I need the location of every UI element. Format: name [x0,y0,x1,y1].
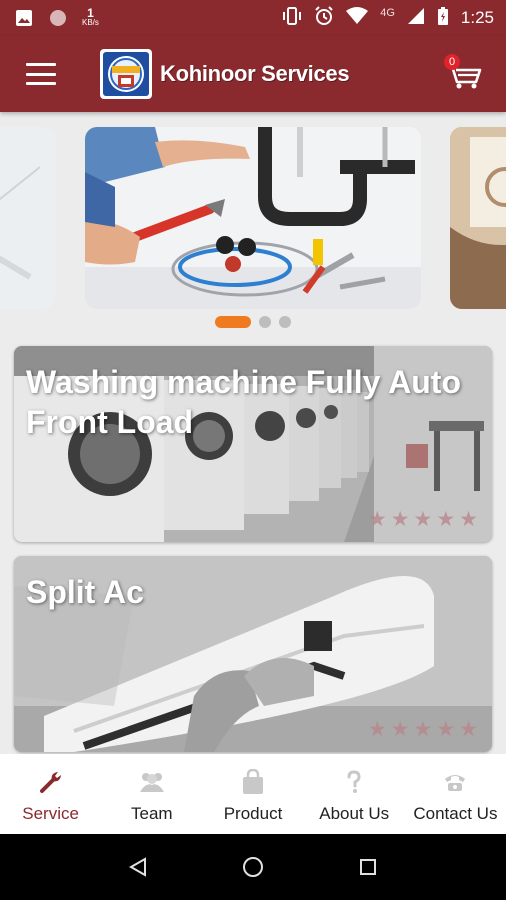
menu-button[interactable] [26,63,56,85]
network-type: 4G [380,7,395,19]
service-title: Split Ac [26,574,144,610]
star-icon: ★ [436,718,456,741]
star-icon: ★ [367,718,387,741]
network-speed-value: 1 [87,6,94,20]
carousel-indicator [0,316,506,328]
battery-icon [437,6,449,31]
star-icon: ★ [436,508,456,531]
wifi-icon [346,6,369,30]
question-icon [346,768,362,796]
circle-notification-icon [48,8,68,28]
star-icon: ★ [413,508,433,531]
vibrate-icon [282,6,302,31]
carousel-dot-1[interactable] [215,316,251,328]
promo-carousel[interactable] [0,112,506,344]
rating-stars: ★ ★ ★ ★ ★ [368,509,478,530]
star-icon: ★ [459,718,478,741]
carousel-slide-plumbing[interactable] [85,127,421,309]
recents-square-icon [360,859,377,875]
cart-button[interactable]: 0 [442,54,484,90]
bottom-tab-bar: Service Team Product About Us Contact Us [0,754,506,834]
wrench-icon [38,768,64,796]
star-icon: ★ [413,718,433,741]
tab-label: About Us [319,804,390,823]
network-speed: 1 KB/s [82,6,99,28]
star-icon: ★ [367,508,387,531]
service-title: Washing machine Fully Auto Front Load [26,364,461,440]
menu-icon-line [26,72,56,76]
phone-icon [443,768,467,796]
service-card-washing-machine[interactable]: Washing machine Fully Auto Front Load ★ … [14,346,492,542]
tab-label: Contact Us [413,804,498,823]
carousel-slide-previous[interactable] [0,127,56,309]
network-speed-unit: KB/s [82,18,99,27]
rating-stars: ★ ★ ★ ★ ★ [368,719,478,740]
plumbing-image [85,127,421,309]
menu-icon-line [26,82,56,85]
alarm-icon [314,5,334,31]
clock: 1:25 [460,8,494,27]
service-card-split-ac[interactable]: Split Ac ★ ★ ★ ★ ★ [14,556,492,752]
cart-count-badge: 0 [444,54,460,70]
laundry-image [450,127,506,309]
tab-about-us[interactable]: About Us [304,754,405,834]
star-icon: ★ [390,718,410,741]
app-logo [100,49,152,99]
recents-button[interactable] [348,847,388,887]
tab-team[interactable]: Team [101,754,202,834]
app-title: Kohinoor Services [160,61,350,86]
star-icon: ★ [459,508,478,531]
tab-label: Team [131,804,173,823]
system-navigation-bar [0,834,506,900]
carousel-slide-next[interactable] [450,127,506,309]
back-button[interactable] [118,847,158,887]
menu-icon-line [26,63,56,66]
status-bar: 1 KB/s 4G 1:25 [0,0,506,36]
bag-icon [241,768,265,796]
home-button[interactable] [233,847,273,887]
carousel-dot-3[interactable] [279,316,291,328]
tab-label: Service [22,804,79,823]
tab-contact-us[interactable]: Contact Us [405,754,506,834]
appliance-image [0,127,56,309]
tab-product[interactable]: Product [202,754,303,834]
app-bar: Kohinoor Services 0 [0,36,506,112]
home-circle-icon [242,857,263,877]
image-notification-icon [14,8,34,28]
team-icon [137,768,167,796]
tab-label: Product [223,804,283,823]
signal-icon [407,7,425,30]
back-triangle-icon [128,857,146,877]
star-icon: ★ [390,508,410,531]
carousel-dot-2[interactable] [259,316,271,328]
tab-service[interactable]: Service [0,754,101,834]
